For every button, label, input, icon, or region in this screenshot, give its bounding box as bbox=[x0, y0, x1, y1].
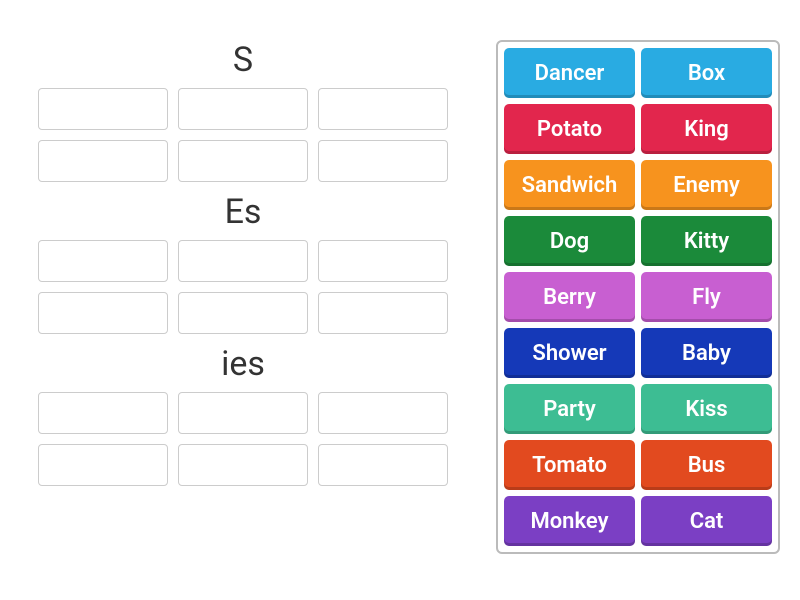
word-card[interactable]: Sandwich bbox=[504, 160, 635, 210]
drop-slot[interactable] bbox=[38, 444, 168, 486]
word-card[interactable]: Monkey bbox=[504, 496, 635, 546]
drop-slot[interactable] bbox=[318, 140, 448, 182]
word-card[interactable]: Cat bbox=[641, 496, 772, 546]
word-card[interactable]: Berry bbox=[504, 272, 635, 322]
group-title: Es bbox=[225, 192, 262, 232]
drop-slot[interactable] bbox=[38, 392, 168, 434]
word-bank: Dancer Box Potato King Sandwich Enemy Do… bbox=[496, 40, 780, 554]
drop-slot[interactable] bbox=[178, 444, 308, 486]
slot-grid bbox=[38, 392, 448, 486]
drop-slot[interactable] bbox=[178, 292, 308, 334]
word-card[interactable]: Kitty bbox=[641, 216, 772, 266]
workspace: S Es ies bbox=[0, 0, 800, 574]
drop-slot[interactable] bbox=[318, 88, 448, 130]
word-card[interactable]: Shower bbox=[504, 328, 635, 378]
drop-slot[interactable] bbox=[178, 88, 308, 130]
drop-slot[interactable] bbox=[178, 240, 308, 282]
drop-slot[interactable] bbox=[38, 292, 168, 334]
word-card[interactable]: Party bbox=[504, 384, 635, 434]
word-card[interactable]: Box bbox=[641, 48, 772, 98]
drop-slot[interactable] bbox=[318, 240, 448, 282]
group-es: Es bbox=[20, 192, 466, 334]
drop-area: S Es ies bbox=[20, 40, 466, 554]
word-card[interactable]: Bus bbox=[641, 440, 772, 490]
word-card[interactable]: Potato bbox=[504, 104, 635, 154]
drop-slot[interactable] bbox=[38, 240, 168, 282]
drop-slot[interactable] bbox=[178, 140, 308, 182]
word-card[interactable]: King bbox=[641, 104, 772, 154]
group-s: S bbox=[20, 40, 466, 182]
group-title: ies bbox=[221, 344, 265, 384]
slot-grid bbox=[38, 88, 448, 182]
drop-slot[interactable] bbox=[38, 88, 168, 130]
group-title: S bbox=[233, 40, 253, 80]
drop-slot[interactable] bbox=[318, 392, 448, 434]
word-card[interactable]: Tomato bbox=[504, 440, 635, 490]
group-ies: ies bbox=[20, 344, 466, 486]
drop-slot[interactable] bbox=[318, 444, 448, 486]
word-card[interactable]: Kiss bbox=[641, 384, 772, 434]
drop-slot[interactable] bbox=[318, 292, 448, 334]
drop-slot[interactable] bbox=[178, 392, 308, 434]
word-card[interactable]: Dancer bbox=[504, 48, 635, 98]
drop-slot[interactable] bbox=[38, 140, 168, 182]
word-card[interactable]: Enemy bbox=[641, 160, 772, 210]
word-card[interactable]: Dog bbox=[504, 216, 635, 266]
slot-grid bbox=[38, 240, 448, 334]
word-card[interactable]: Baby bbox=[641, 328, 772, 378]
word-card[interactable]: Fly bbox=[641, 272, 772, 322]
